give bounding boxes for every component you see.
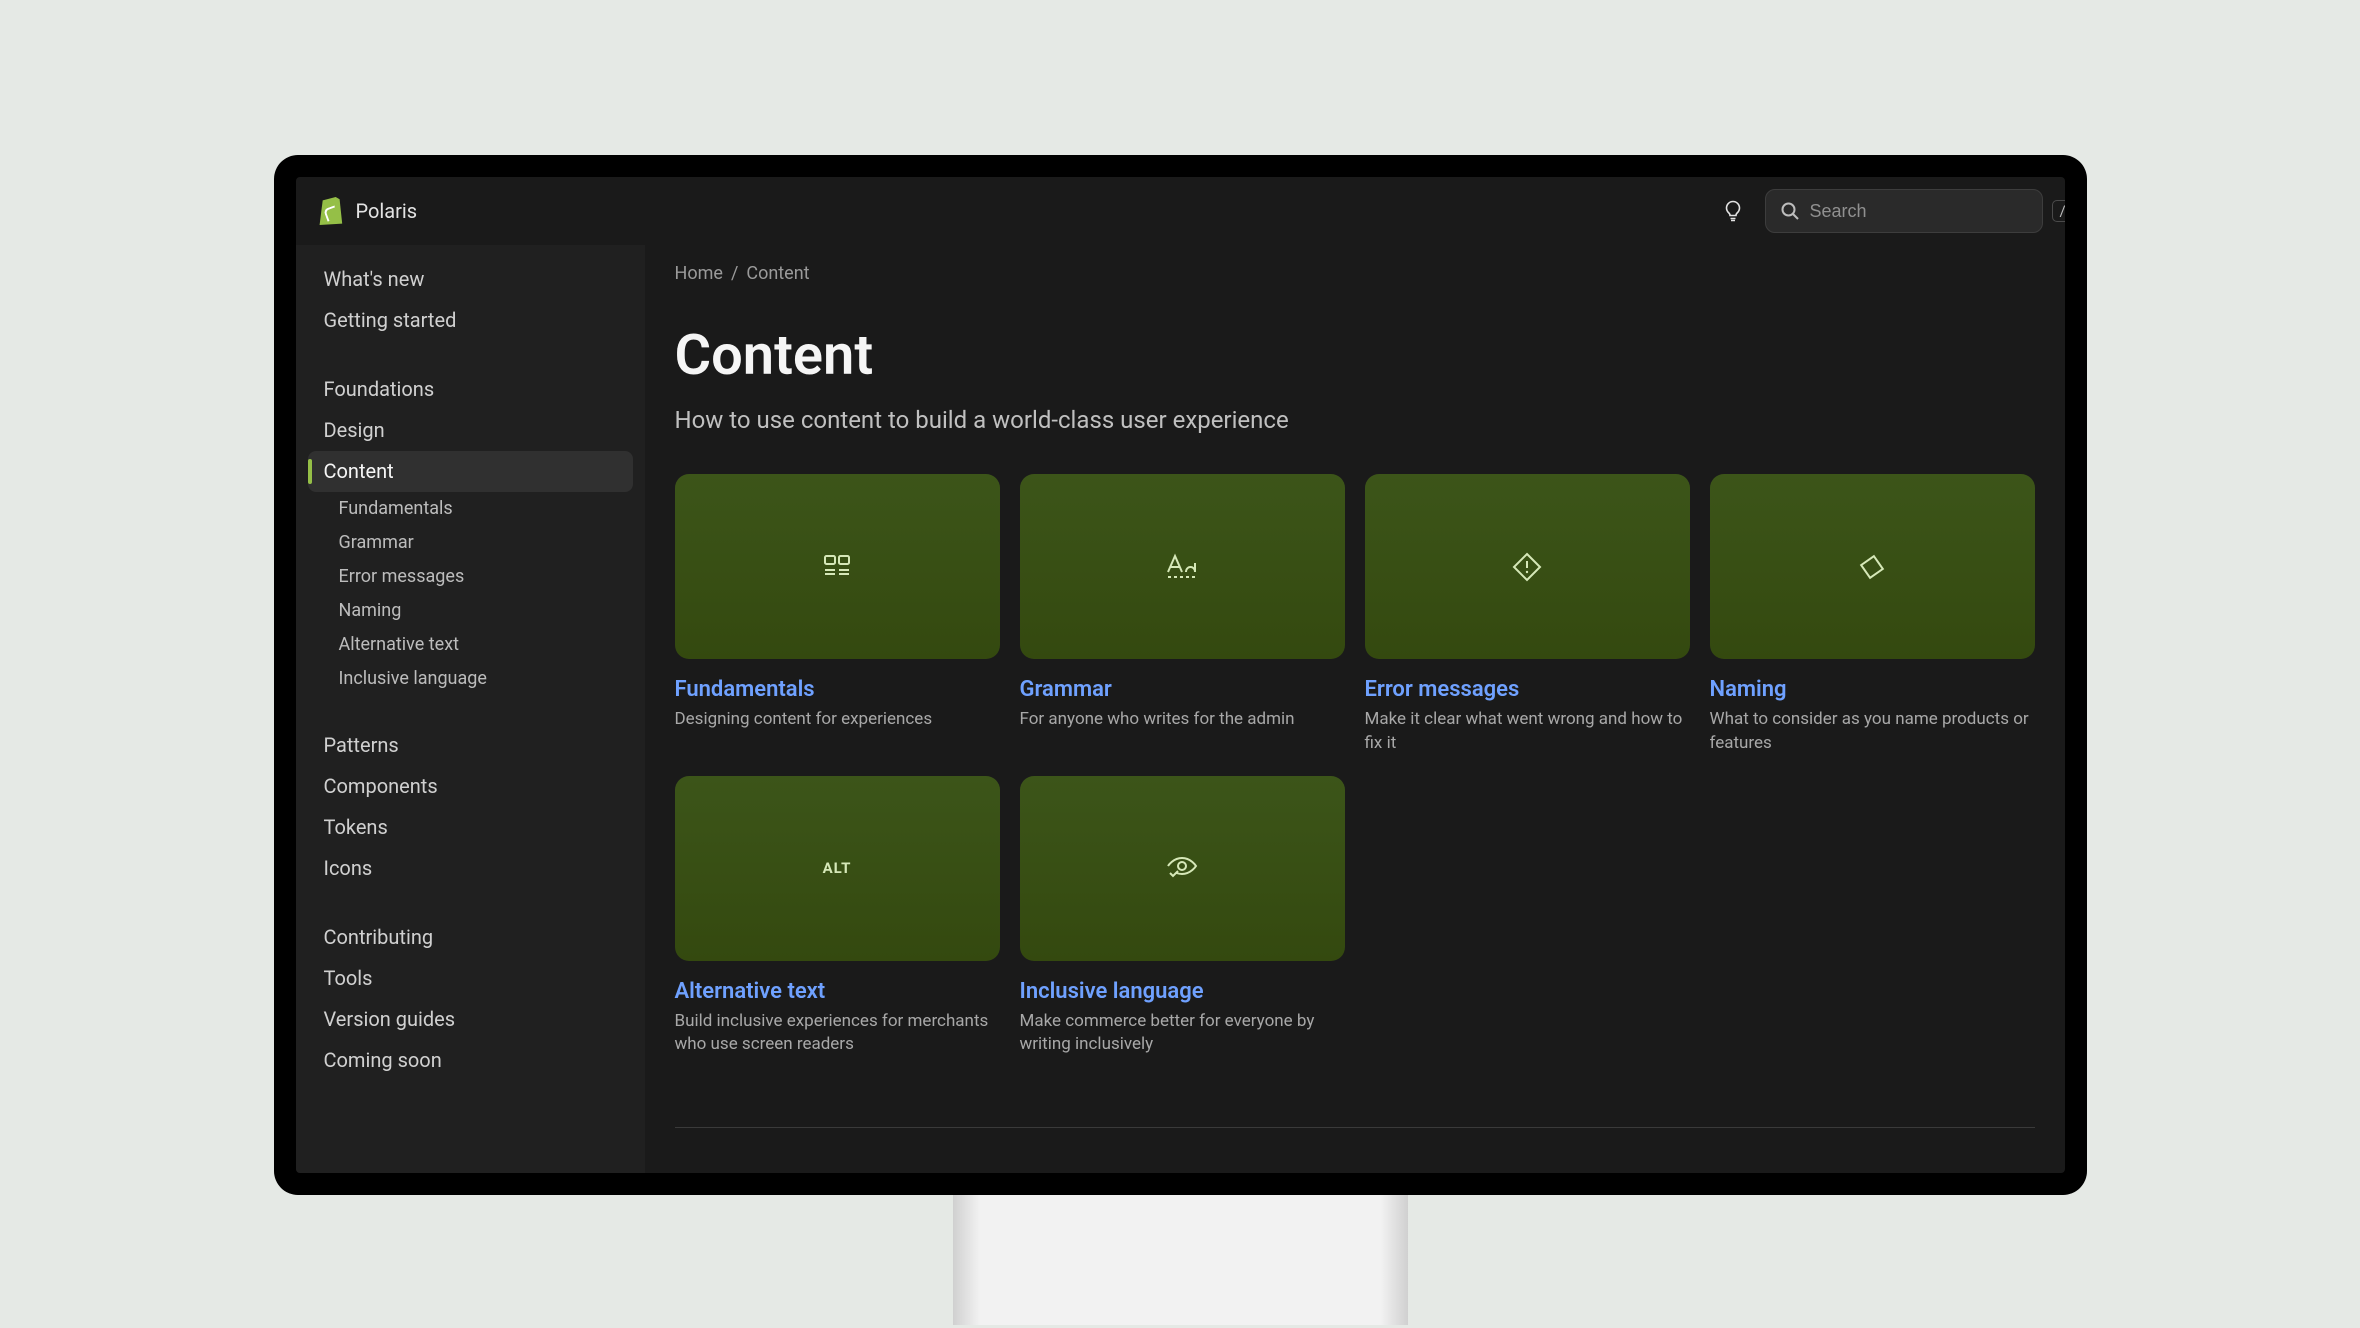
card-title: Alternative text — [675, 979, 1000, 1004]
card-thumb — [1020, 474, 1345, 659]
nav-tokens[interactable]: Tokens — [308, 807, 633, 848]
card-desc: Make it clear what went wrong and how to… — [1365, 708, 1690, 756]
card-title: Naming — [1710, 677, 2035, 702]
monitor-frame: Polaris / What's new — [274, 155, 2087, 1195]
search-shortcut: / — [2052, 200, 2065, 222]
tag-icon — [1857, 552, 1887, 582]
card-thumb — [675, 474, 1000, 659]
card-thumb — [1365, 474, 1690, 659]
nav-whats-new[interactable]: What's new — [308, 259, 633, 300]
app-window: Polaris / What's new — [296, 177, 2065, 1173]
nav-coming-soon[interactable]: Coming soon — [308, 1040, 633, 1081]
eye-check-icon — [1165, 855, 1199, 881]
lightbulb-icon — [1724, 200, 1742, 222]
card-desc: Designing content for experiences — [675, 708, 1000, 732]
sidebar: What's new Getting started Foundations D… — [296, 245, 645, 1173]
nav-inclusive-language[interactable]: Inclusive language — [323, 662, 633, 696]
typography-icon — [1165, 553, 1199, 581]
brand-name: Polaris — [356, 199, 418, 223]
search-input[interactable] — [1810, 201, 2042, 222]
card-thumb — [1020, 776, 1345, 961]
theme-toggle-button[interactable] — [1715, 193, 1751, 229]
card-desc: Make commerce better for everyone by wri… — [1020, 1010, 1345, 1058]
body: What's new Getting started Foundations D… — [296, 245, 2065, 1173]
nav-version-guides[interactable]: Version guides — [308, 999, 633, 1040]
shopify-logo-icon — [318, 197, 344, 225]
nav-getting-started[interactable]: Getting started — [308, 300, 633, 341]
nav-icons[interactable]: Icons — [308, 848, 633, 889]
nav-foundations[interactable]: Foundations — [308, 369, 633, 410]
alt-text-icon: ALT — [823, 859, 852, 877]
nav-contributing[interactable]: Contributing — [308, 917, 633, 958]
card-desc: For anyone who writes for the admin — [1020, 708, 1345, 732]
card-title: Fundamentals — [675, 677, 1000, 702]
main: Home / Content Content How to use conten… — [645, 245, 2065, 1173]
card-alternative-text[interactable]: ALT Alternative text Build inclusive exp… — [675, 776, 1000, 1058]
nav-fundamentals[interactable]: Fundamentals — [323, 492, 633, 526]
page-subtitle: How to use content to build a world-clas… — [675, 406, 2035, 434]
search-icon — [1780, 201, 1800, 221]
nav-design[interactable]: Design — [308, 410, 633, 451]
nav-content-children: Fundamentals Grammar Error messages Nami… — [308, 492, 633, 697]
breadcrumb-current: Content — [746, 263, 809, 284]
monitor-stand — [953, 1195, 1408, 1325]
card-thumb: ALT — [675, 776, 1000, 961]
breadcrumb: Home / Content — [675, 263, 2035, 284]
brand[interactable]: Polaris — [318, 197, 418, 225]
card-error-messages[interactable]: Error messages Make it clear what went w… — [1365, 474, 1690, 756]
card-title: Inclusive language — [1020, 979, 1345, 1004]
breadcrumb-home[interactable]: Home — [675, 263, 723, 284]
nav-components[interactable]: Components — [308, 766, 633, 807]
topbar: Polaris / — [296, 177, 2065, 245]
search-box[interactable]: / — [1765, 189, 2043, 233]
nav-tools[interactable]: Tools — [308, 958, 633, 999]
nav-naming[interactable]: Naming — [323, 594, 633, 628]
card-title: Error messages — [1365, 677, 1690, 702]
page-title: Content — [675, 322, 2035, 388]
card-naming[interactable]: Naming What to consider as you name prod… — [1710, 474, 2035, 756]
grid-icon — [821, 551, 853, 583]
card-grammar[interactable]: Grammar For anyone who writes for the ad… — [1020, 474, 1345, 756]
card-desc: What to consider as you name products or… — [1710, 708, 2035, 756]
nav-patterns[interactable]: Patterns — [308, 725, 633, 766]
breadcrumb-sep: / — [731, 263, 738, 284]
card-grid: Fundamentals Designing content for exper… — [675, 474, 2035, 1057]
card-thumb — [1710, 474, 2035, 659]
nav-alternative-text[interactable]: Alternative text — [323, 628, 633, 662]
card-title: Grammar — [1020, 677, 1345, 702]
card-inclusive-language[interactable]: Inclusive language Make commerce better … — [1020, 776, 1345, 1058]
nav-content[interactable]: Content — [308, 451, 633, 492]
alert-diamond-icon — [1511, 551, 1543, 583]
card-fundamentals[interactable]: Fundamentals Designing content for exper… — [675, 474, 1000, 756]
card-desc: Build inclusive experiences for merchant… — [675, 1010, 1000, 1058]
nav-grammar[interactable]: Grammar — [323, 526, 633, 560]
nav-error-messages[interactable]: Error messages — [323, 560, 633, 594]
divider — [675, 1127, 2035, 1128]
